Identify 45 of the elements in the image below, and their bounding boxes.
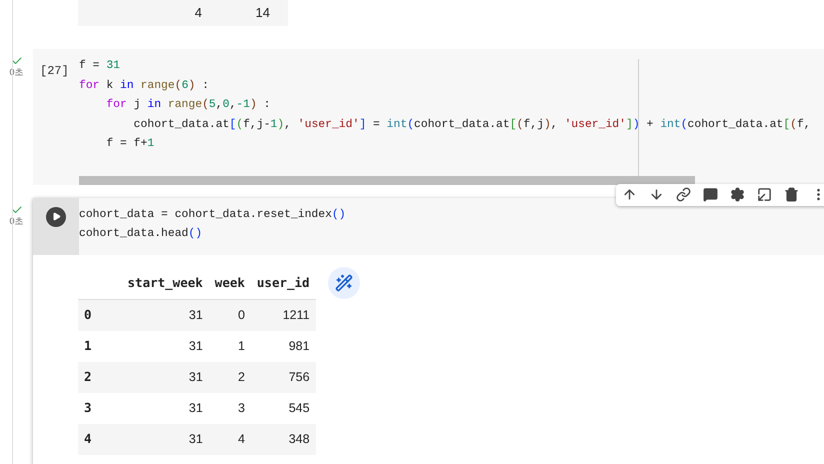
execution-count: [27] — [40, 64, 69, 78]
settings-icon — [730, 187, 745, 202]
code-line: f = 31 — [79, 58, 120, 74]
table-cell-text: 14 — [254, 4, 270, 22]
row-index: 0 — [84, 307, 92, 322]
arrow-down-icon — [649, 187, 664, 202]
table-cell: 31 — [188, 400, 203, 415]
table-cell: 981 — [288, 338, 310, 353]
table-cell: 1211 — [282, 308, 310, 322]
table-cell: 31 — [188, 338, 203, 353]
code-line: for j in range(5,0,-1) : — [105, 98, 270, 113]
table-cell-text: 4 — [194, 4, 202, 22]
code-line: cohort_data = cohort_data.reset_index() — [79, 208, 346, 222]
link-icon — [676, 187, 691, 202]
run-button[interactable] — [46, 206, 66, 226]
magic-wand-icon — [334, 274, 353, 292]
trash-icon — [784, 187, 799, 202]
table-cell: 545 — [288, 400, 310, 415]
table-cell: 0 — [238, 308, 245, 322]
code-line: f = f+1 — [105, 136, 154, 152]
column-header: week — [214, 274, 245, 290]
code-line: cohort_data.at[(f,j-1), 'user_id'] = int(cohort_data.at[(f,j), 'user_id']) + int(cohort_data.at[(f, — [132, 118, 811, 132]
table-cell: 3 — [238, 400, 245, 415]
comment-icon — [703, 187, 718, 202]
row-index: 2 — [84, 368, 92, 384]
window-arrow-icon — [757, 187, 772, 202]
horizontal-scrollbar[interactable] — [79, 176, 695, 184]
table-cell: 31 — [188, 432, 203, 446]
magic-wand-button[interactable] — [328, 266, 360, 298]
code-cell[interactable]: [27] f = 31 for k in range(6) : for j in range(5,0,-1) : cohort_data.at[(f,j-1), 'user_id'] = int(cohort_data.at[(f,j), 'user_id']) + int(cohort_data.at[(f, f = f+1 — [33, 49, 824, 184]
column-header: user_id — [256, 274, 310, 290]
table-cell: 31 — [188, 308, 203, 322]
table-cell: 348 — [288, 432, 310, 446]
row-index: 4 — [84, 430, 92, 446]
table-cell: 31 — [188, 370, 203, 384]
code-line: for k in range(6) : — [79, 78, 209, 94]
column-header: start_week — [128, 274, 203, 290]
row-index: 3 — [84, 400, 92, 415]
row-index: 1 — [84, 338, 92, 353]
table-cell: 4 — [238, 432, 245, 446]
play-icon — [52, 212, 61, 221]
code-line: cohort_data.head() — [79, 226, 202, 242]
table-cell: 756 — [288, 370, 310, 384]
table-cell: 2 — [238, 370, 245, 384]
table-cell: 1 — [238, 338, 245, 353]
